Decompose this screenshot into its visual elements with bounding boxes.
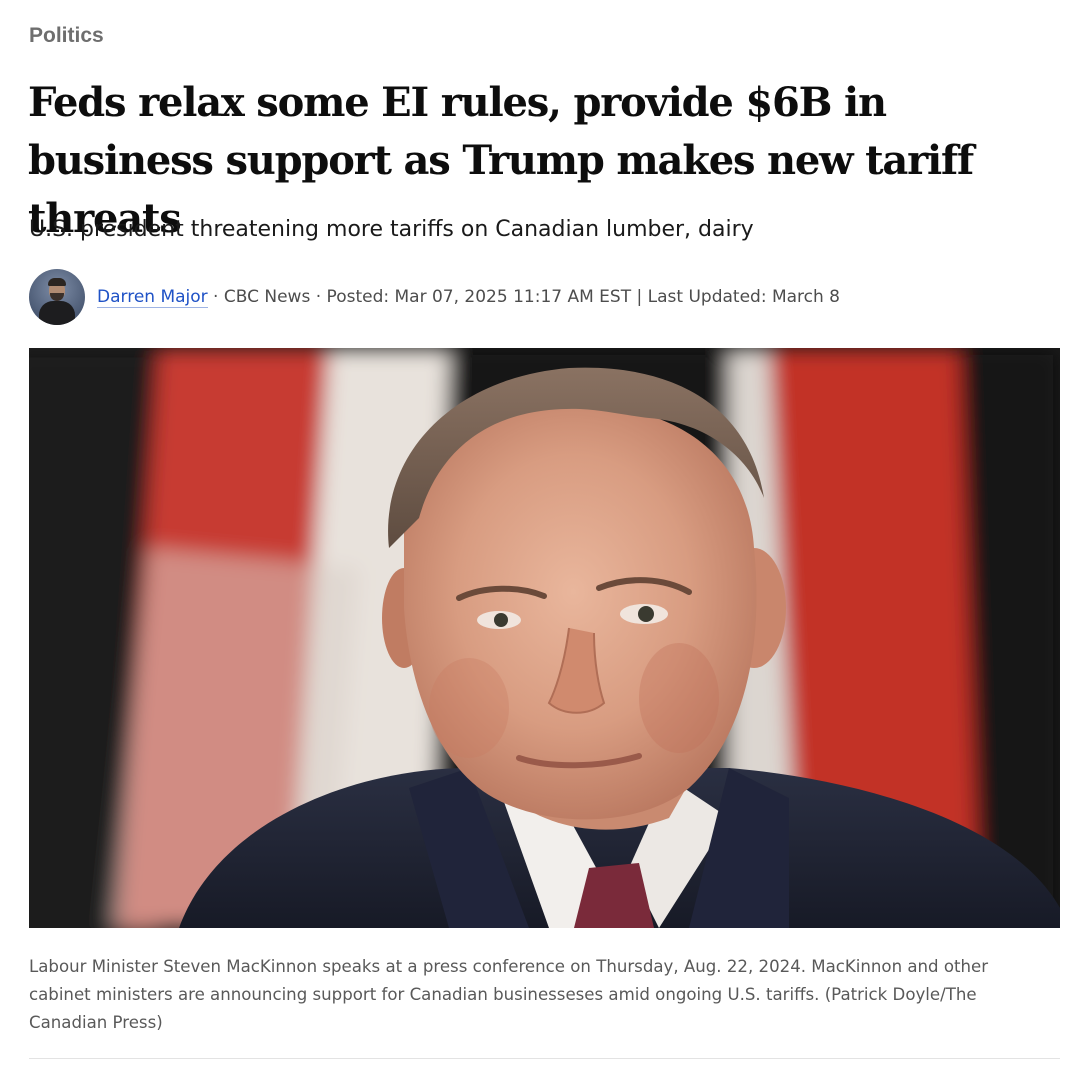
avatar-hair-shape: [48, 278, 66, 286]
byline-updated-date: Last Updated: March 8: [647, 287, 841, 307]
byline-separator: |: [631, 287, 648, 307]
byline-meta: Darren Major · CBC News · Posted: Mar 07…: [97, 287, 841, 308]
byline-posted-date: Posted: Mar 07, 2025 11:17 AM EST: [326, 287, 632, 307]
byline-separator: ·: [310, 287, 327, 307]
byline-outlet: CBC News: [223, 287, 311, 307]
hero-photo-illustration: [29, 348, 1060, 928]
face-shape: [404, 405, 757, 820]
image-caption: Labour Minister Steven MacKinnon speaks …: [29, 957, 989, 1032]
byline: Darren Major · CBC News · Posted: Mar 07…: [29, 269, 840, 325]
divider: [29, 1058, 1060, 1059]
author-link[interactable]: Darren Major: [97, 287, 208, 308]
avatar-body-shape: [39, 301, 75, 325]
byline-separator: ·: [207, 287, 224, 307]
author-avatar[interactable]: [29, 269, 85, 325]
section-link-politics[interactable]: Politics: [29, 24, 104, 48]
hero-image[interactable]: [29, 348, 1060, 928]
article-dek: U.S. president threatening more tariffs …: [29, 217, 754, 242]
avatar-beard-shape: [50, 293, 64, 301]
article-header: Politics Feds relax some EI rules, provi…: [0, 0, 1080, 1071]
